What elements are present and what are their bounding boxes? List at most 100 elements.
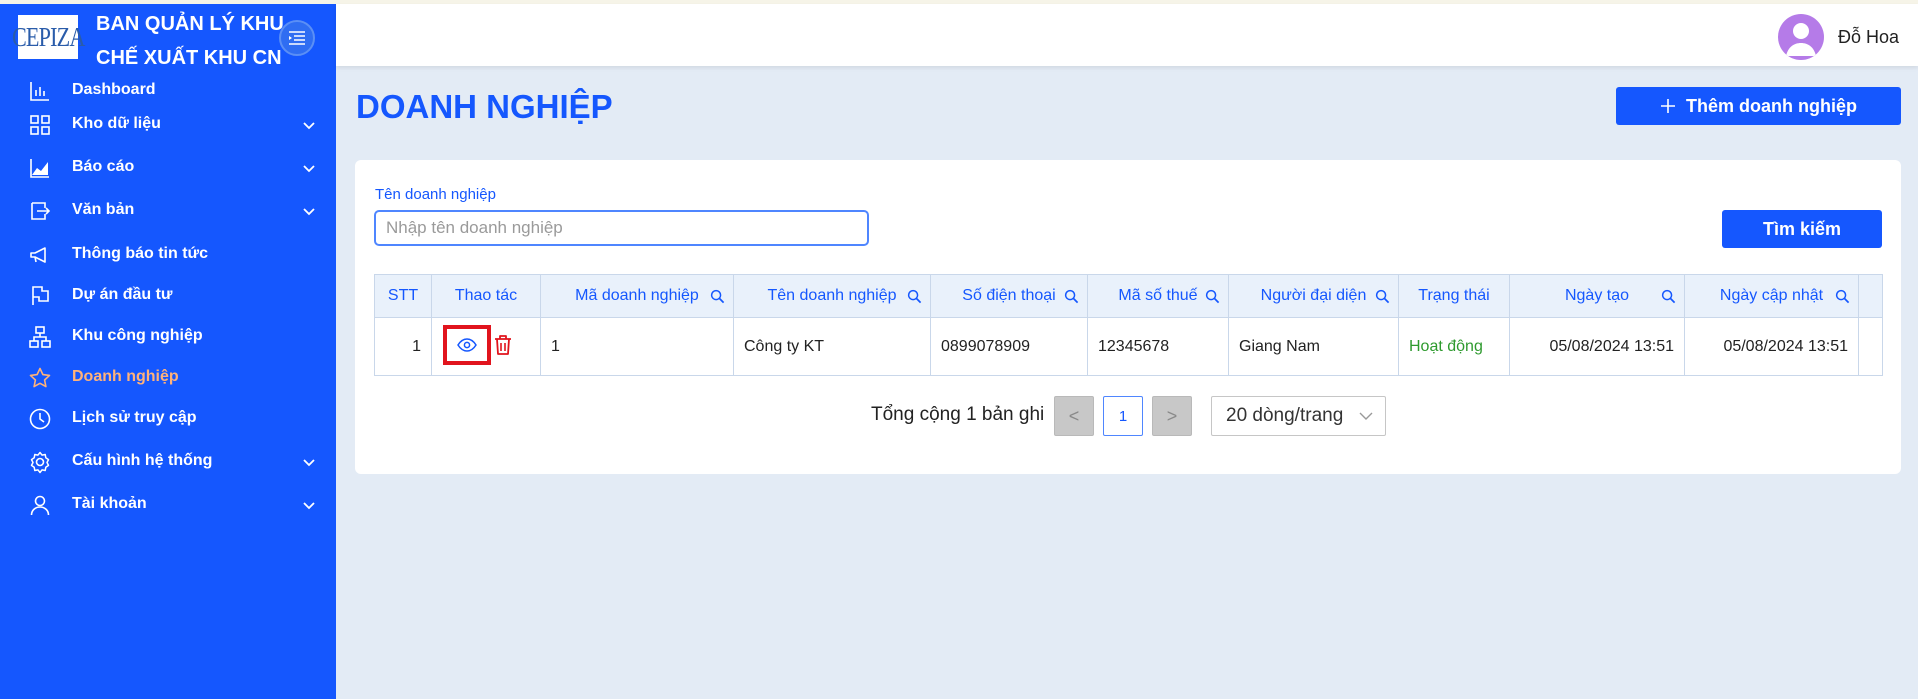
flag-icon <box>32 286 49 305</box>
sidebar-item-label: Dashboard <box>72 81 156 98</box>
sidebar-item-label: Kho dữ liệu <box>72 115 161 132</box>
column-label: Mã doanh nghiệp <box>575 287 699 304</box>
cell-tax-code: 12345678 <box>1087 317 1229 376</box>
megaphone-icon <box>30 247 46 263</box>
search-button[interactable]: Tìm kiếm <box>1722 210 1882 248</box>
sidebar-item-cau-hinh-he-thong[interactable]: Cấu hình hệ thống <box>0 443 336 479</box>
cell-representative: Giang Nam <box>1228 317 1399 376</box>
page-1-button[interactable]: 1 <box>1103 396 1143 436</box>
plus-icon <box>1661 99 1675 113</box>
chevron-down-icon <box>303 122 315 130</box>
search-icon[interactable] <box>1661 289 1676 304</box>
cell-name: Công ty KT <box>733 317 931 376</box>
column-header-stt: STT <box>374 274 432 318</box>
area-chart-icon <box>30 159 49 178</box>
column-header-tax-code: Mã số thuế <box>1087 274 1229 318</box>
brand-title: BAN QUẢN LÝ KHU CHẾ XUẤT KHU CN <box>96 7 296 75</box>
sidebar-item-label: Thông báo tin tức <box>72 245 209 262</box>
cluster-icon <box>29 326 51 348</box>
brand-logo[interactable]: CEPIZA <box>12 15 85 59</box>
sidebar-toggle-button[interactable] <box>279 20 315 56</box>
column-label: STT <box>387 287 419 304</box>
search-icon[interactable] <box>907 289 922 304</box>
sidebar-item-doanh-nghiep[interactable]: Doanh nghiệp <box>0 359 336 395</box>
sidebar-item-label: Cấu hình hệ thống <box>72 452 213 469</box>
next-page-button[interactable]: > <box>1152 396 1192 436</box>
search-icon[interactable] <box>710 289 725 304</box>
column-header-scroll-spacer <box>1858 274 1883 318</box>
column-label: Thao tác <box>454 287 518 304</box>
chevron-down-icon <box>303 165 315 173</box>
brand-logo-text: CEPIZA <box>11 21 85 52</box>
chevron-down-icon <box>303 208 315 216</box>
column-label: Ngày cập nhật <box>1719 287 1824 304</box>
chevron-down-icon <box>303 459 315 467</box>
cell-stt: 1 <box>374 317 432 376</box>
sidebar-item-khu-cong-nghiep[interactable]: Khu công nghiệp <box>0 318 336 354</box>
sidebar-item-du-an-dau-tu[interactable]: Dự án đầu tư <box>0 277 336 313</box>
grid-icon <box>30 115 50 135</box>
search-icon[interactable] <box>1205 289 1220 304</box>
search-icon[interactable] <box>1835 289 1850 304</box>
view-button[interactable] <box>443 325 491 365</box>
sidebar-item-label: Văn bản <box>72 201 135 218</box>
document-transfer-icon <box>31 202 51 220</box>
brand-title-line2: CHẾ XUẤT KHU CN <box>96 47 282 69</box>
chevron-left-icon: < <box>1068 405 1080 426</box>
page-size-select[interactable]: 20 dòng/trang <box>1211 396 1386 436</box>
sidebar-item-kho-du-lieu[interactable]: Kho dữ liệu <box>0 106 336 142</box>
eye-icon <box>457 338 477 352</box>
total-records: Tổng cộng 1 bản ghi <box>871 404 1045 425</box>
page-size-value: 20 dòng/trang <box>1226 405 1344 426</box>
sidebar-item-tai-khoan[interactable]: Tài khoản <box>0 486 336 522</box>
column-header-created: Ngày tạo <box>1509 274 1685 318</box>
search-input[interactable] <box>374 210 869 246</box>
column-label: Số điện thoại <box>962 287 1056 304</box>
add-enterprise-button[interactable]: Thêm doanh nghiệp <box>1616 87 1901 125</box>
gear-icon <box>30 451 50 474</box>
top-header <box>336 4 1918 66</box>
status-badge: Hoạt động <box>1398 317 1510 376</box>
clock-icon <box>29 408 51 430</box>
avatar[interactable] <box>1778 14 1824 60</box>
cell-actions <box>431 317 541 376</box>
sidebar-item-label: Báo cáo <box>72 158 135 175</box>
username[interactable]: Đỗ Hoa <box>1838 27 1899 48</box>
column-label: Ngày tạo <box>1564 287 1630 304</box>
user-icon <box>30 495 50 516</box>
cell-updated: 05/08/2024 13:51 <box>1684 317 1859 376</box>
brand-title-line1: BAN QUẢN LÝ KHU <box>96 13 284 35</box>
chevron-right-icon: > <box>1166 405 1178 426</box>
sidebar-item-lich-su-truy-cap[interactable]: Lịch sử truy cập <box>0 400 336 436</box>
search-icon[interactable] <box>1375 289 1390 304</box>
chevron-down-icon <box>303 502 315 510</box>
bar-chart-icon <box>30 82 49 101</box>
search-icon[interactable] <box>1064 289 1079 304</box>
column-header-phone: Số điện thoại <box>930 274 1088 318</box>
column-label: Trạng thái <box>1418 287 1490 304</box>
sidebar: CEPIZA BAN QUẢN LÝ KHU CHẾ XUẤT KHU CN D… <box>0 4 336 699</box>
page-title: DOANH NGHIỆP <box>356 88 613 125</box>
sidebar-item-label: Doanh nghiệp <box>72 368 179 385</box>
sidebar-item-label: Lịch sử truy cập <box>72 409 197 426</box>
star-icon <box>29 367 51 388</box>
cell-scroll-spacer <box>1858 317 1883 376</box>
add-enterprise-label: Thêm doanh nghiệp <box>1686 95 1857 116</box>
sidebar-item-label: Dự án đầu tư <box>72 286 173 303</box>
column-header-updated: Ngày cập nhật <box>1684 274 1859 318</box>
cell-created: 05/08/2024 13:51 <box>1509 317 1685 376</box>
cell-code: 1 <box>540 317 734 376</box>
sidebar-item-thong-bao-tin-tuc[interactable]: Thông báo tin tức <box>0 236 336 272</box>
prev-page-button[interactable]: < <box>1054 396 1094 436</box>
column-header-code: Mã doanh nghiệp <box>540 274 734 318</box>
search-field-label: Tên doanh nghiệp <box>375 186 496 203</box>
column-label: Tên doanh nghiệp <box>767 287 897 304</box>
sidebar-item-label: Khu công nghiệp <box>72 327 203 344</box>
sidebar-item-dashboard[interactable]: Dashboard <box>0 72 336 108</box>
sidebar-item-bao-cao[interactable]: Báo cáo <box>0 149 336 185</box>
column-header-actions: Thao tác <box>431 274 541 318</box>
delete-trash-icon[interactable] <box>493 334 513 356</box>
table-header-row: STT Thao tác Mã doanh nghiệp Tên doanh n… <box>374 274 1883 318</box>
column-header-name: Tên doanh nghiệp <box>733 274 931 318</box>
sidebar-item-van-ban[interactable]: Văn bản <box>0 192 336 228</box>
